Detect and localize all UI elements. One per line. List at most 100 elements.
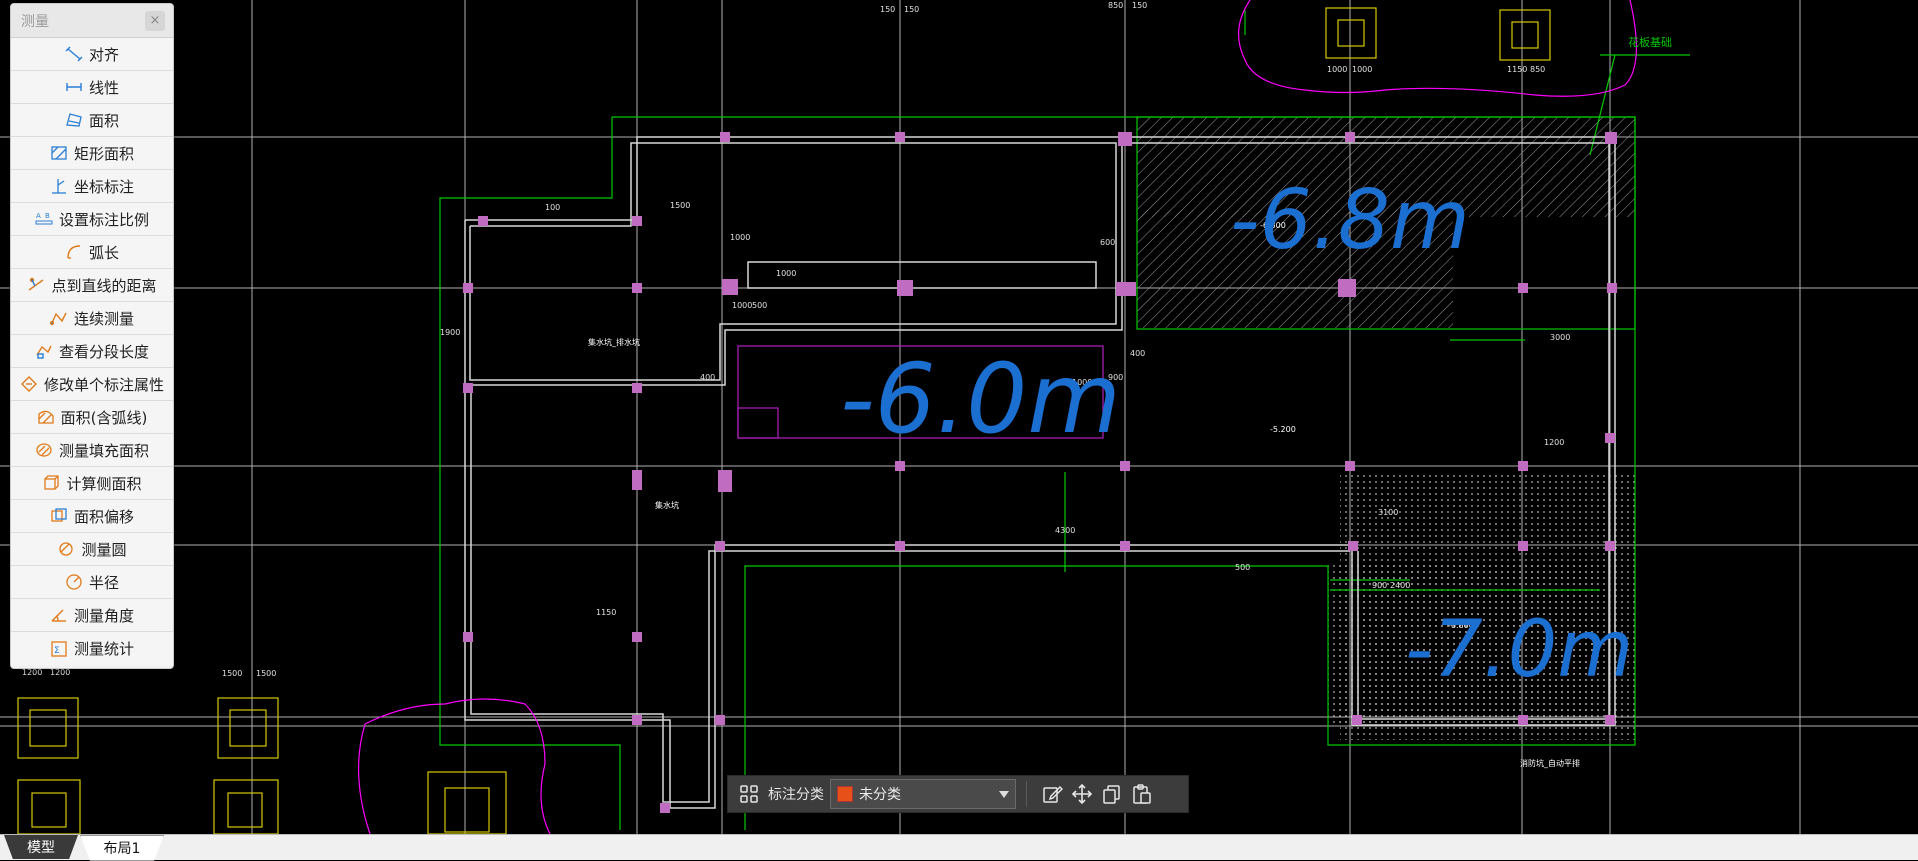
fill-area-icon [35,441,53,459]
segment-length-icon [35,342,53,360]
svg-text:1150: 1150 [596,608,616,617]
panel-header[interactable]: 测量 × [11,4,173,38]
statistics-icon: Σ [50,640,68,658]
measure-tool-arc-length[interactable]: 弧长 [11,236,173,269]
svg-text:850: 850 [1108,1,1123,10]
rect-area-icon [50,144,68,162]
measure-tool-label: 设置标注比例 [58,210,149,229]
tab-layout1[interactable]: 布局1 [80,835,164,861]
svg-text:3000: 3000 [1550,333,1570,342]
svg-text:1900: 1900 [440,328,460,337]
measure-tool-label: 测量角度 [73,606,134,625]
svg-text:900: 900 [1372,581,1387,590]
measure-tool-coordinate[interactable]: 坐标标注 [11,170,173,203]
svg-text:400: 400 [700,373,715,382]
arc-length-icon [65,243,83,261]
measure-tool-linear-measure[interactable]: 线性 [11,71,173,104]
handwriting-bottom: -7.0m [1405,605,1633,695]
svg-text:600: 600 [1100,238,1115,247]
paste-icon[interactable] [1127,779,1157,809]
circle-measure-icon [57,540,75,558]
copy-icon[interactable] [1097,779,1127,809]
category-color-swatch [837,786,853,802]
measure-tool-scale[interactable]: A B 设置标注比例 [11,203,173,236]
svg-text:1000: 1000 [1327,65,1347,74]
svg-text:1500: 1500 [256,669,276,678]
measure-tool-label: 对齐 [88,45,119,64]
measure-tool-label: 面积(含弧线) [60,408,148,427]
svg-text:A: A [36,212,41,220]
svg-text:2400: 2400 [1390,581,1410,590]
move-icon[interactable] [1067,779,1097,809]
annotation-toolbar: 标注分类 未分类 [727,775,1189,813]
svg-text:4300: 4300 [1055,526,1075,535]
coordinate-icon [50,177,68,195]
radius-icon [65,573,83,591]
measure-tool-rect-area[interactable]: 矩形面积 [11,137,173,170]
measure-tool-label: 点到直线的距离 [51,276,157,295]
svg-text:1000: 1000 [776,269,796,278]
measure-tool-edit-annotation[interactable]: 修改单个标注属性 [11,368,173,401]
svg-text:1200: 1200 [1544,438,1564,447]
svg-text:B: B [45,212,50,220]
measure-tool-radius[interactable]: 半径 [11,566,173,599]
svg-text:150: 150 [880,5,895,14]
close-button[interactable]: × [145,10,165,31]
measure-tool-align-measure[interactable]: 对齐 [11,38,173,71]
svg-text:500: 500 [752,301,767,310]
handwriting-top: -6.8m [1230,173,1470,268]
continuous-measure-icon [49,309,68,327]
svg-text:850: 850 [1530,65,1545,74]
edit-annotation-icon [20,375,38,393]
panel-title: 测量 [21,13,49,30]
measure-tool-statistics[interactable]: Σ 测量统计 [11,632,173,665]
linear-measure-icon [65,78,83,96]
annotation-category-select[interactable]: 未分类 [830,779,1016,809]
grid-apps-icon[interactable] [734,779,764,809]
measure-tool-area-offset[interactable]: 面积偏移 [11,500,173,533]
category-value: 未分类 [859,787,901,803]
measure-tool-area[interactable]: 面积 [11,104,173,137]
toolbar-divider [1026,781,1027,807]
measure-tool-point-line-distance[interactable]: 点到直线的距离 [11,269,173,302]
svg-text:100: 100 [545,203,560,212]
area-icon [65,111,83,129]
measure-tool-label: 连续测量 [73,309,134,328]
angle-icon [50,606,68,624]
measure-tool-list: 对齐线性面积矩形面积坐标标注 A B 设置标注比例 弧长点到直线的距离 连续测量查看分段长… [11,38,173,665]
point-line-distance-icon [27,276,45,294]
label-top-right: 花板基础 [1628,35,1672,49]
measure-tool-arc-area[interactable]: 面积(含弧线) [11,401,173,434]
svg-text:1000: 1000 [732,301,752,310]
measure-tool-label: 查看分段长度 [58,342,149,361]
measure-tool-label: 面积 [88,111,119,130]
measure-tool-label: 修改单个标注属性 [43,375,164,394]
measure-tool-label: 弧长 [88,243,119,262]
measure-tool-label: 半径 [88,573,119,592]
measure-tool-label: 测量统计 [73,640,134,658]
measure-tool-continuous-measure[interactable]: 连续测量 [11,302,173,335]
tab-model[interactable]: 模型 [4,835,78,859]
note-c: 消防坑_自动平排 [1520,758,1580,768]
svg-text:150: 150 [1132,1,1147,10]
measure-tool-fill-area[interactable]: 测量填充面积 [11,434,173,467]
svg-text:1000: 1000 [1352,65,1372,74]
annotation-category-label: 标注分类 [768,787,824,803]
drawing-canvas[interactable]: 150 150 850 150 1000 1000 1150 850 3000 1200 … [0,0,1918,834]
area-offset-icon [50,507,68,525]
measure-tool-circle-measure[interactable]: 测量圆 [11,533,173,566]
measure-tool-label: 面积偏移 [73,507,134,526]
layout-tabbar: 模型 布局1 [0,834,1918,861]
align-measure-icon [65,45,83,63]
svg-text:1150: 1150 [1507,65,1527,74]
edit-icon[interactable] [1037,779,1067,809]
measure-tool-angle[interactable]: 测量角度 [11,599,173,632]
svg-text:Σ: Σ [54,646,60,656]
measure-tool-label: 矩形面积 [73,144,134,163]
green-labels: 花板基础 [1628,35,1672,49]
measure-panel: 测量 × 对齐线性面积矩形面积坐标标注 A B 设置标注比例 弧长点到直线的距离 连续测量… [10,3,174,669]
measure-tool-segment-length[interactable]: 查看分段长度 [11,335,173,368]
measure-tool-side-area[interactable]: 计算侧面积 [11,467,173,500]
svg-text:3100: 3100 [1378,508,1398,517]
svg-text:1500: 1500 [670,201,690,210]
